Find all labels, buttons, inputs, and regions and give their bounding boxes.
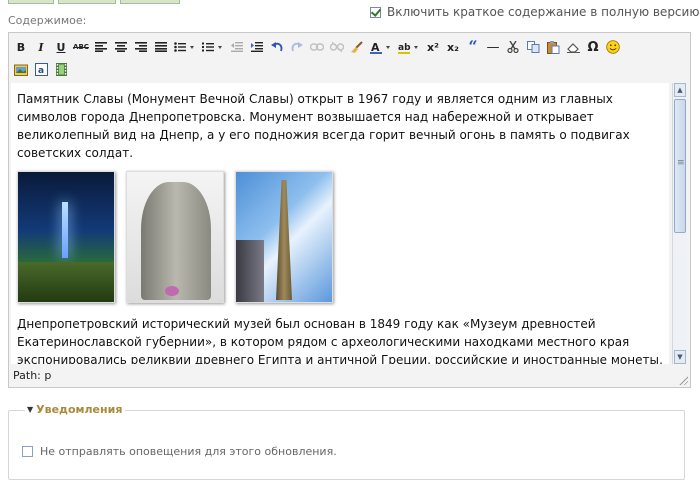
obelisk-image[interactable] — [235, 171, 333, 303]
insert-media-button[interactable] — [51, 59, 71, 79]
blockquote-button[interactable]: “ — [463, 37, 483, 57]
broom-icon — [351, 41, 363, 53]
scroll-thumb[interactable] — [674, 99, 686, 233]
numbered-list-button[interactable] — [199, 37, 227, 57]
align-center-button[interactable] — [111, 37, 131, 57]
unlink-button[interactable] — [327, 37, 347, 57]
include-summary-checkbox[interactable] — [370, 6, 381, 18]
undo-icon — [271, 41, 283, 51]
statue-image[interactable] — [126, 171, 224, 303]
notifications-legend-text: Уведомления — [36, 403, 123, 416]
hr-glyph: — — [486, 39, 500, 55]
night-monument-image[interactable] — [17, 171, 115, 303]
omega-glyph: Ω — [587, 39, 599, 55]
italic-button[interactable]: I — [31, 37, 51, 57]
scroll-down-button[interactable]: ▼ — [674, 350, 686, 364]
highlight-color-icon: ab — [398, 43, 418, 54]
eraser-icon — [566, 42, 580, 53]
top-tabs-edge — [8, 0, 180, 4]
include-summary-option[interactable]: Включить краткое содержание в полную вер… — [370, 5, 699, 19]
subscript-glyph: x₂ — [447, 40, 459, 54]
emoticon-button[interactable] — [603, 37, 623, 57]
smiley-icon — [606, 40, 620, 54]
scissors-icon — [507, 41, 519, 53]
highlight-color-button[interactable]: ab — [395, 37, 423, 57]
content-paragraph[interactable]: Памятник Славы (Монумент Вечной Славы) о… — [17, 90, 663, 162]
align-justify-icon — [155, 42, 167, 52]
collapse-triangle-icon: ▼ — [27, 405, 34, 414]
horizontal-rule-button[interactable]: — — [483, 37, 503, 57]
numbered-list-icon — [202, 42, 222, 52]
strikethrough-button[interactable]: ABC — [71, 37, 91, 57]
copy-icon — [526, 41, 539, 53]
anchor-icon: a — [34, 62, 48, 76]
editor-toolbar: B I U ABC A ab x² x₂ “ — Ω a — [11, 35, 688, 79]
redo-button[interactable] — [287, 37, 307, 57]
align-center-icon — [115, 42, 127, 52]
outdent-icon — [231, 42, 243, 52]
italic-glyph: I — [38, 40, 44, 54]
editor-status-bar: Path: p — [11, 367, 688, 385]
underline-glyph: U — [56, 40, 66, 54]
align-left-button[interactable] — [91, 37, 111, 57]
paste-icon — [546, 40, 559, 54]
bullet-list-button[interactable] — [171, 37, 199, 57]
include-summary-label: Включить краткое содержание в полную вер… — [387, 5, 700, 19]
notifications-fieldset: ▼ Уведомления Не отправлять оповещения д… — [8, 403, 685, 480]
paste-button[interactable] — [543, 37, 563, 57]
subscript-button[interactable]: x₂ — [443, 37, 463, 57]
special-char-button[interactable]: Ω — [583, 37, 603, 57]
editor-content-area[interactable]: Памятник Славы (Монумент Вечной Славы) о… — [11, 83, 669, 364]
bullet-list-icon — [174, 42, 194, 52]
bold-button[interactable]: B — [11, 37, 31, 57]
text-color-button[interactable]: A — [367, 37, 395, 57]
rich-text-editor: B I U ABC A ab x² x₂ “ — Ω a Памятник Сл… — [8, 32, 691, 388]
top-tab[interactable] — [8, 0, 54, 4]
indent-button[interactable] — [247, 37, 267, 57]
align-justify-button[interactable] — [151, 37, 171, 57]
link-button[interactable] — [307, 37, 327, 57]
superscript-button[interactable]: x² — [423, 37, 443, 57]
redo-icon — [291, 41, 303, 51]
insert-image-button[interactable] — [11, 59, 31, 79]
unlink-icon — [330, 42, 344, 52]
top-tab[interactable] — [120, 0, 180, 4]
cut-button[interactable] — [503, 37, 523, 57]
image-row — [17, 171, 663, 303]
editor-scrollbar[interactable]: ▲ ▼ — [672, 83, 687, 364]
dont-notify-option[interactable]: Не отправлять оповещения для этого обнов… — [22, 445, 337, 458]
align-right-icon — [135, 42, 147, 52]
indent-icon — [251, 42, 263, 52]
text-color-icon: A — [370, 41, 390, 54]
strikethrough-glyph: ABC — [73, 42, 89, 51]
copy-button[interactable] — [523, 37, 543, 57]
svg-text:a: a — [38, 66, 44, 76]
element-path: Path: p — [13, 369, 52, 382]
content-paragraph[interactable]: Днепропетровский исторический музей был … — [17, 315, 663, 364]
undo-button[interactable] — [267, 37, 287, 57]
underline-button[interactable]: U — [51, 37, 71, 57]
dont-notify-label: Не отправлять оповещения для этого обнов… — [40, 445, 337, 458]
content-label: Содержимое: — [8, 14, 87, 27]
insert-anchor-button[interactable]: a — [31, 59, 51, 79]
align-right-button[interactable] — [131, 37, 151, 57]
outdent-button[interactable] — [227, 37, 247, 57]
superscript-glyph: x² — [427, 40, 439, 54]
link-icon — [310, 43, 324, 51]
align-left-icon — [95, 42, 107, 52]
eraser-button[interactable] — [563, 37, 583, 57]
dont-notify-checkbox[interactable] — [22, 446, 33, 457]
clean-format-button[interactable] — [347, 37, 367, 57]
top-tab[interactable] — [58, 0, 116, 4]
svg-text:ab: ab — [398, 43, 411, 53]
scroll-up-button[interactable]: ▲ — [674, 83, 686, 97]
image-icon — [14, 64, 28, 76]
notifications-legend[interactable]: ▼ Уведомления — [25, 403, 126, 416]
quote-glyph: “ — [468, 37, 478, 56]
bold-glyph: B — [16, 40, 26, 54]
film-icon — [55, 62, 67, 76]
